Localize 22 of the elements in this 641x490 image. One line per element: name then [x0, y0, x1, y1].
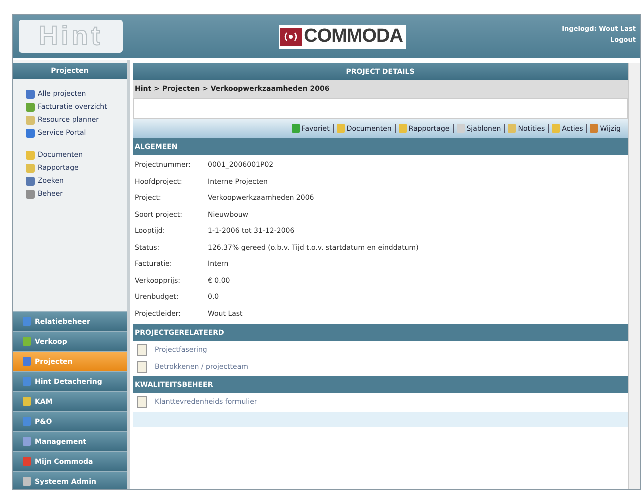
scrollbar[interactable] [628, 63, 640, 489]
module-icon [23, 317, 31, 326]
toolbar-icon [292, 124, 300, 133]
toolbar-icon [590, 124, 598, 133]
signal-icon [280, 28, 302, 46]
module-icon [23, 337, 31, 346]
module-icon [23, 357, 31, 366]
document-icon [137, 361, 147, 373]
brand-logo: COMMODA [279, 24, 406, 48]
toolbar-icon [398, 124, 407, 133]
module-icon [23, 377, 31, 386]
toolbar-icon [336, 124, 345, 133]
module-icon [23, 417, 31, 426]
module-icon [23, 437, 31, 446]
toolbar-icon [456, 124, 465, 133]
module-icon [23, 457, 31, 466]
toolbar-icon [552, 124, 560, 133]
document-icon [137, 396, 147, 408]
toolbar-icon [508, 124, 516, 133]
module-icon [23, 477, 31, 486]
module-icon [23, 397, 31, 406]
document-icon [137, 344, 147, 356]
